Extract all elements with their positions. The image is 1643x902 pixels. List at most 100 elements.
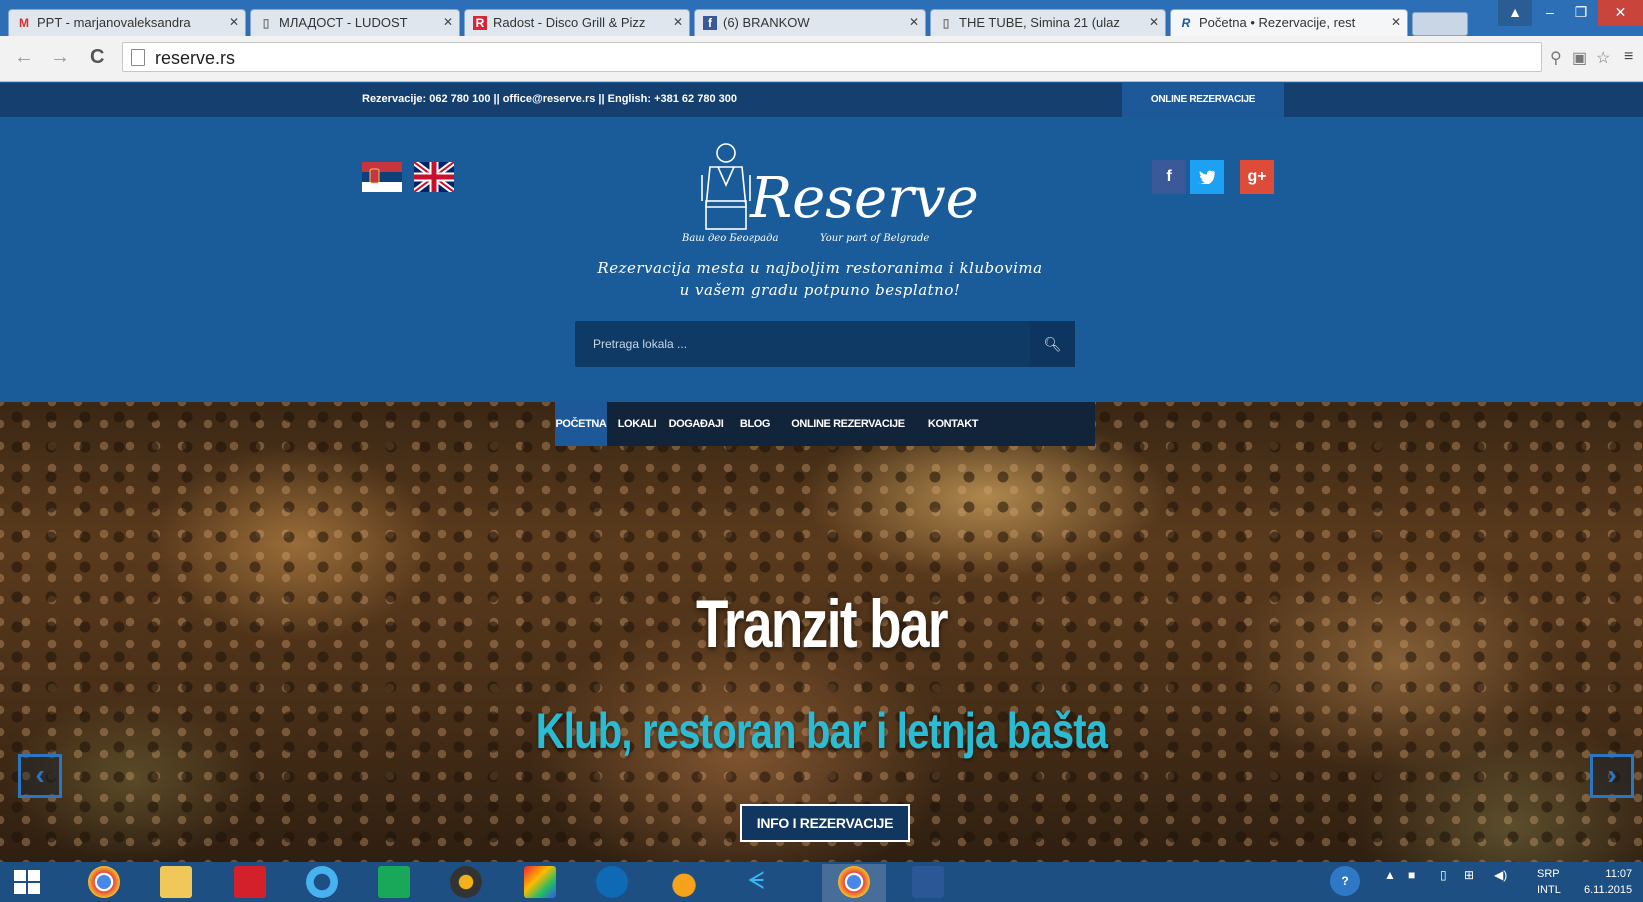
nav-item-online-rezervacije[interactable]: ONLINE REZERVACIJE: [783, 402, 913, 446]
minimize-button[interactable]: –: [1533, 0, 1567, 26]
page-icon: ▯: [262, 16, 270, 30]
browser-tab-1[interactable]: M PPT - marjanovaleksandra ✕: [8, 9, 246, 36]
user-icon[interactable]: ▲: [1498, 0, 1532, 26]
tab-title: Radost - Disco Grill & Pizz: [493, 15, 646, 30]
network-icon[interactable]: ⊞: [1464, 868, 1474, 882]
close-tab-icon[interactable]: ✕: [229, 15, 239, 29]
chrome-active-icon[interactable]: [838, 866, 870, 898]
acrobat-icon[interactable]: [234, 866, 266, 898]
hp-icon[interactable]: [596, 866, 628, 898]
tab-title: МЛАДОСТ - LUDOST: [279, 15, 408, 30]
media-player-icon[interactable]: [450, 866, 482, 898]
forward-icon[interactable]: →: [50, 46, 70, 69]
nav-item-dogadjaji[interactable]: DOGAĐAJI: [665, 402, 727, 446]
page-icon: [131, 49, 145, 66]
paint-icon[interactable]: [524, 866, 556, 898]
uk-flag-icon[interactable]: [414, 162, 454, 192]
close-tab-icon[interactable]: ✕: [1149, 15, 1159, 29]
reserve-icon: R: [1181, 16, 1191, 30]
tab-title: Početna • Rezervacije, rest: [1199, 15, 1356, 30]
bookmark-star-icon[interactable]: ☆: [1596, 48, 1610, 68]
twitter-icon[interactable]: [1190, 160, 1224, 194]
app-icon[interactable]: [668, 866, 700, 898]
google-plus-icon[interactable]: g+: [1240, 160, 1274, 194]
battery-icon[interactable]: ▯: [1440, 868, 1447, 882]
close-tab-icon[interactable]: ✕: [673, 15, 683, 29]
volume-icon[interactable]: ◀): [1494, 868, 1507, 882]
contact-info: Rezervacije: 062 780 100 || office@reser…: [362, 93, 737, 105]
facebook-icon[interactable]: f: [1152, 160, 1186, 194]
reload-icon[interactable]: C: [90, 46, 104, 69]
hero-title: Tranzit bar: [695, 586, 949, 662]
chrome-icon[interactable]: [88, 866, 120, 898]
maximize-button[interactable]: ❐: [1564, 0, 1598, 26]
slider-next-arrow-icon[interactable]: ›: [1590, 754, 1634, 798]
serbian-flag-icon[interactable]: [362, 162, 402, 192]
system-clock[interactable]: 11:07 6.11.2015: [1584, 866, 1632, 898]
browser-tab-4[interactable]: f (6) BRANKOW ✕: [694, 9, 926, 36]
page-icon: ▯: [942, 16, 950, 30]
hero-subtitle: Klub, restoran bar i letnja bašta: [535, 703, 1108, 759]
close-window-button[interactable]: ✕: [1598, 0, 1643, 26]
gmail-icon: M: [19, 16, 29, 30]
info-reservation-button[interactable]: INFO I REZERVACIJE: [740, 804, 910, 842]
slider-prev-arrow-icon[interactable]: ‹: [18, 754, 62, 798]
show-hidden-icons-icon[interactable]: ▲: [1384, 868, 1396, 882]
search-input[interactable]: [575, 321, 1030, 367]
back-icon[interactable]: ←: [14, 46, 34, 69]
input-language[interactable]: SRP INTL: [1537, 866, 1561, 898]
nav-item-kontakt[interactable]: KONTAKT: [921, 402, 985, 446]
address-bar[interactable]: reserve.rs: [122, 42, 1542, 72]
clock-date: 6.11.2015: [1584, 884, 1633, 896]
logo-sub-left: Ваш део Београда: [681, 233, 778, 244]
nav-item-pocetna[interactable]: POČETNA: [555, 402, 607, 446]
logo-text: Reserve: [749, 166, 979, 231]
store-icon[interactable]: [378, 866, 410, 898]
windows-taskbar: ᗕ ? ▲ ■ ▯ ⊞ ◀) SRP INTL 11:07 6.11.2015: [0, 862, 1643, 902]
close-tab-icon[interactable]: ✕: [443, 15, 453, 29]
tab-title: (6) BRANKOW: [723, 15, 810, 30]
tab-title: PPT - marjanovaleksandra: [37, 15, 191, 30]
website: Rezervacije: 062 780 100 || office@reser…: [0, 83, 1643, 873]
hero-slider: POČETNA LOKALI DOGAĐAJI BLOG ONLINE REZE…: [0, 402, 1643, 873]
language-code: SRP: [1537, 868, 1560, 880]
reserve-logo[interactable]: Reserve Ваш део Београда Your part of Be…: [680, 137, 980, 277]
main-navigation: POČETNA LOKALI DOGAĐAJI BLOG ONLINE REZE…: [555, 402, 1095, 446]
browser-tab-6-active[interactable]: R Početna • Rezervacije, rest ✕: [1170, 9, 1408, 36]
telenor-icon[interactable]: ᗕ: [740, 866, 772, 898]
menu-icon[interactable]: ≡: [1624, 48, 1633, 66]
keyboard-layout: INTL: [1537, 884, 1561, 896]
nav-item-blog[interactable]: BLOG: [735, 402, 775, 446]
flag-icon[interactable]: ■: [1408, 868, 1415, 882]
close-tab-icon[interactable]: ✕: [1391, 15, 1401, 29]
site-topbar: Rezervacije: 062 780 100 || office@reser…: [0, 83, 1643, 117]
clock-time: 11:07: [1605, 868, 1633, 880]
online-reservations-button[interactable]: ONLINE REZERVACIJE: [1122, 83, 1284, 117]
nav-item-lokali[interactable]: LOKALI: [617, 402, 657, 446]
logo-sub-right: Your part of Belgrade: [820, 233, 929, 244]
internet-explorer-icon[interactable]: [306, 866, 338, 898]
zoom-icon[interactable]: ⚲: [1550, 48, 1562, 68]
browser-toolbar: ← → C reserve.rs ⚲ ▣ ☆ ≡: [0, 36, 1643, 82]
tab-title: THE TUBE, Simina 21 (ulaz: [959, 15, 1120, 30]
tagline: Rezervacija mesta u najboljim restoranim…: [580, 257, 1060, 301]
browser-tab-3[interactable]: R Radost - Disco Grill & Pizz ✕: [464, 9, 690, 36]
close-tab-icon[interactable]: ✕: [909, 15, 919, 29]
search-icon[interactable]: 🔍︎: [1030, 321, 1075, 367]
windows-start-icon[interactable]: [14, 870, 42, 896]
translate-icon[interactable]: ▣: [1572, 48, 1587, 68]
url-text[interactable]: reserve.rs: [155, 48, 235, 69]
tagline-line-1: Rezervacija mesta u najboljim restoranim…: [597, 259, 1043, 277]
tagline-line-2: u vašem gradu potpuno besplatno!: [679, 281, 961, 299]
new-tab-button[interactable]: [1412, 12, 1468, 36]
browser-tab-2[interactable]: ▯ МЛАДОСТ - LUDOST ✕: [250, 9, 460, 36]
browser-tab-strip: M PPT - marjanovaleksandra ✕ ▯ МЛАДОСТ -…: [0, 0, 1643, 36]
help-icon[interactable]: ?: [1330, 866, 1360, 896]
browser-tab-5[interactable]: ▯ THE TUBE, Simina 21 (ulaz ✕: [930, 9, 1166, 36]
site-header: Reserve Ваш део Београда Your part of Be…: [0, 117, 1643, 402]
search-bar: 🔍︎: [575, 321, 1075, 367]
radost-icon: R: [473, 16, 487, 30]
facebook-icon: f: [703, 16, 717, 30]
file-explorer-icon[interactable]: [160, 866, 192, 898]
word-icon[interactable]: [912, 866, 944, 898]
